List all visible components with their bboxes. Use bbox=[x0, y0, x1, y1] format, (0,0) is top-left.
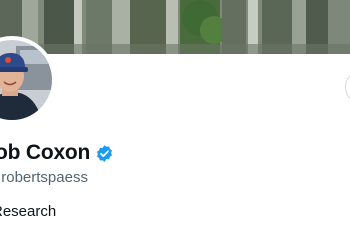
profile-page: Rob Coxon @robertspaess Research bbox=[0, 0, 350, 250]
profile-banner[interactable] bbox=[0, 0, 350, 54]
display-name: Rob Coxon bbox=[0, 141, 91, 164]
follow-button[interactable] bbox=[345, 70, 350, 104]
profile-handle: @robertspaess bbox=[0, 169, 88, 186]
display-name-row: Rob Coxon bbox=[0, 140, 114, 166]
verified-badge-icon[interactable] bbox=[95, 144, 114, 163]
avatar-photo bbox=[0, 40, 52, 120]
banner-photo bbox=[0, 0, 350, 54]
profile-bio: Research bbox=[0, 203, 57, 220]
